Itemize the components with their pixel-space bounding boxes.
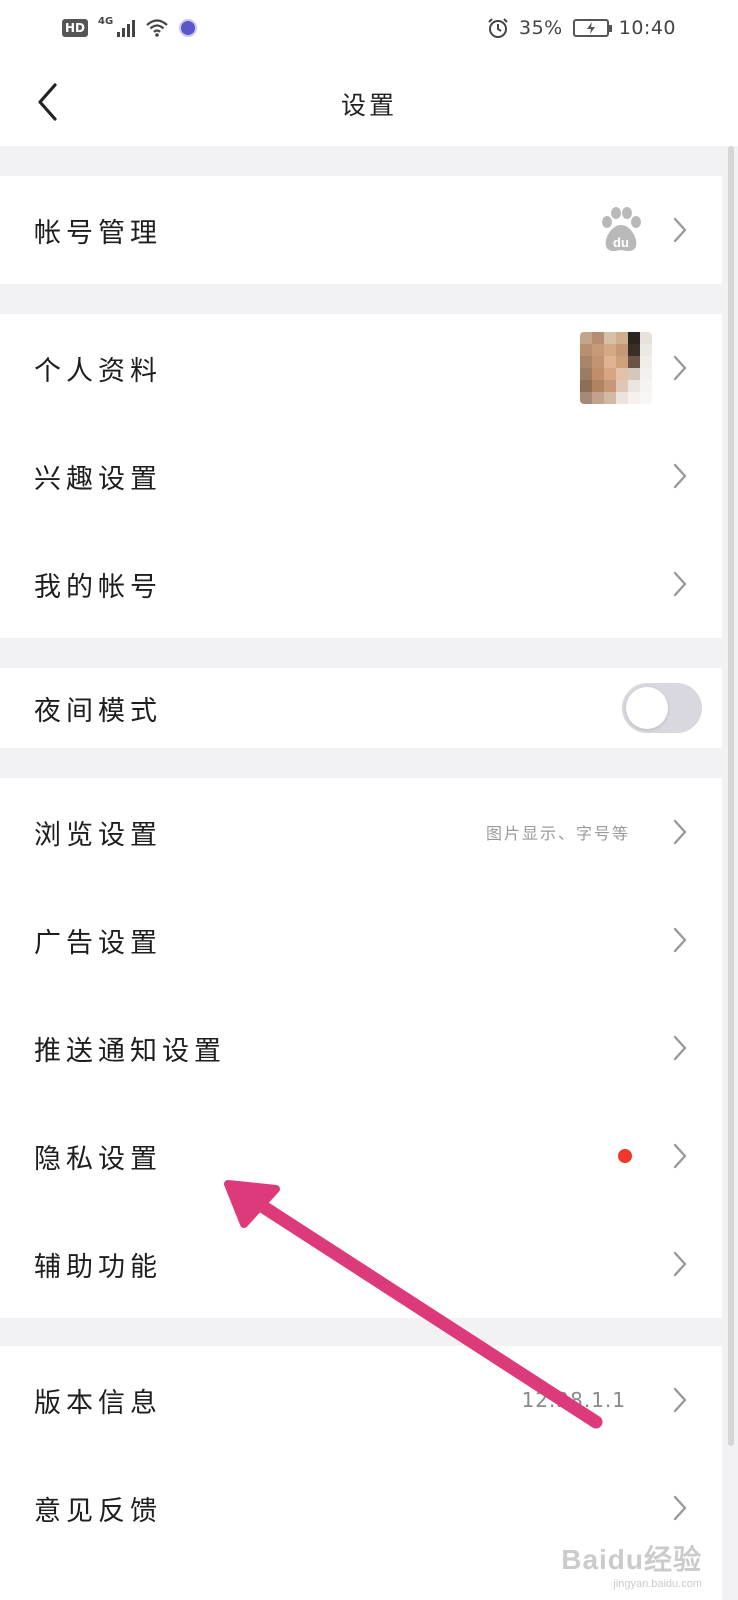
row-account-management[interactable]: 帐号管理 du: [0, 176, 722, 284]
watermark-main: Baidu经验: [561, 1544, 702, 1575]
battery-percent: 35%: [519, 17, 563, 39]
section-night-mode: 夜间模式: [0, 668, 722, 748]
row-interest-settings[interactable]: 兴趣设置: [0, 422, 722, 530]
avatar: [580, 332, 652, 404]
charging-icon: [586, 22, 595, 34]
row-label: 隐私设置: [34, 1143, 162, 1175]
baidu-paw-logo: du: [602, 207, 641, 252]
status-right: 35% 10:40: [487, 17, 676, 39]
row-night-mode: 夜间模式: [0, 668, 722, 748]
row-label: 广告设置: [34, 927, 162, 959]
row-label: 个人资料: [34, 355, 162, 387]
scroll-thumb[interactable]: [728, 146, 734, 1446]
network-type: 4G: [98, 15, 114, 27]
section-general-settings: 浏览设置 图片显示、字号等 广告设置 推送通知设置 隐私设置 辅助功能: [0, 778, 722, 1318]
status-bar: HD 4G 35% 10:40: [0, 0, 738, 56]
chevron-right-icon: [670, 816, 690, 848]
row-browse-settings[interactable]: 浏览设置 图片显示、字号等: [0, 778, 722, 886]
row-label: 推送通知设置: [34, 1035, 226, 1067]
section-account: 帐号管理 du: [0, 176, 722, 284]
row-ad-settings[interactable]: 广告设置: [0, 886, 722, 994]
hd-badge: HD: [62, 19, 89, 37]
chevron-right-icon: [670, 352, 690, 384]
signal-icon: [117, 19, 136, 37]
watermark-sub: jingyan.baidu.com: [613, 1578, 702, 1590]
row-label: 辅助功能: [34, 1251, 162, 1283]
battery-icon: [572, 19, 612, 37]
alarm-icon: [488, 18, 508, 38]
status-left: HD 4G: [62, 15, 198, 38]
row-label: 浏览设置: [34, 819, 162, 851]
row-privacy-settings[interactable]: 隐私设置: [0, 1102, 722, 1210]
row-label: 意见反馈: [34, 1495, 162, 1527]
row-my-account[interactable]: 我的帐号: [0, 530, 722, 638]
chevron-right-icon: [670, 1248, 690, 1280]
chevron-right-icon: [670, 1384, 690, 1416]
scrollbar[interactable]: [722, 146, 738, 1600]
chevron-right-icon: [670, 1032, 690, 1064]
row-label: 帐号管理: [34, 217, 162, 249]
row-label: 我的帐号: [34, 571, 162, 603]
section-profile: 个人资料 兴趣设置 我的帐号: [0, 314, 722, 638]
chevron-right-icon: [670, 568, 690, 600]
row-label: 夜间模式: [34, 695, 162, 727]
row-push-notification-settings[interactable]: 推送通知设置: [0, 994, 722, 1102]
baidu-logo-text: du: [613, 235, 629, 250]
chevron-right-icon: [670, 924, 690, 956]
nav-bar: 设置: [0, 56, 738, 146]
chevron-right-icon: [670, 214, 690, 246]
version-number: 12.28.1.1: [521, 1388, 626, 1412]
page-title: 设置: [340, 91, 397, 120]
night-mode-toggle[interactable]: [622, 683, 702, 733]
row-version-info[interactable]: 版本信息 12.28.1.1: [0, 1346, 722, 1454]
row-label: 兴趣设置: [34, 463, 162, 495]
chevron-right-icon: [670, 1492, 690, 1524]
row-label: 版本信息: [34, 1387, 162, 1419]
browse-hint: 图片显示、字号等: [485, 824, 630, 843]
watermark: Baidu经验 jingyan.baidu.com: [561, 1538, 702, 1590]
clock: 10:40: [618, 17, 676, 39]
row-accessibility[interactable]: 辅助功能: [0, 1210, 722, 1318]
new-badge-dot: [618, 1149, 632, 1163]
chevron-right-icon: [670, 460, 690, 492]
app-notification-icon: [179, 19, 198, 37]
row-profile[interactable]: 个人资料: [0, 314, 722, 422]
wifi-icon: [146, 19, 168, 37]
chevron-right-icon: [670, 1140, 690, 1172]
toggle-knob: [626, 687, 668, 729]
